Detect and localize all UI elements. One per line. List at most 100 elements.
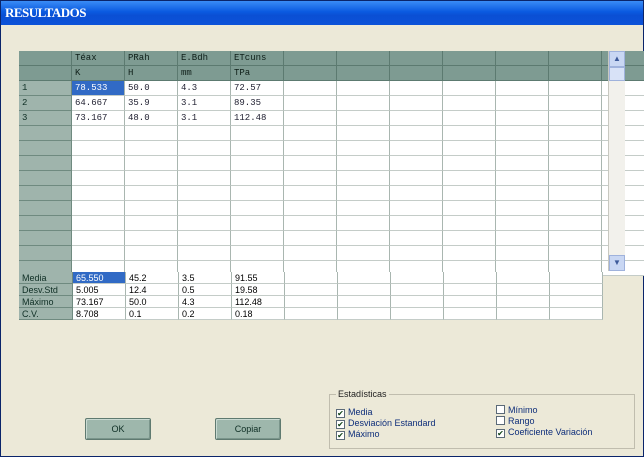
table-cell[interactable] (284, 171, 337, 186)
table-cell[interactable] (125, 156, 178, 171)
table-cell[interactable] (231, 156, 284, 171)
stats-cell[interactable] (391, 272, 444, 284)
table-cell[interactable] (443, 201, 496, 216)
table-cell[interactable] (337, 171, 390, 186)
row-header[interactable]: 3 (19, 111, 72, 126)
stats-cell[interactable]: 112.48 (232, 296, 285, 308)
stats-cell[interactable] (338, 296, 391, 308)
table-cell[interactable] (178, 201, 231, 216)
stat-checkbox[interactable]: ✔ Coeficiente Variación (496, 427, 592, 438)
table-cell[interactable]: 89.35 (231, 96, 284, 111)
table-cell[interactable] (72, 216, 125, 231)
table-cell[interactable] (549, 201, 602, 216)
table-cell[interactable] (390, 141, 443, 156)
stats-cell[interactable]: 0.1 (126, 308, 179, 320)
table-cell[interactable] (390, 246, 443, 261)
column-header-name[interactable]: PRah (125, 51, 178, 66)
column-header-unit[interactable] (390, 66, 443, 81)
table-cell[interactable] (549, 81, 602, 96)
column-header-unit[interactable] (337, 66, 390, 81)
stats-cell[interactable] (391, 308, 444, 320)
table-cell[interactable] (178, 141, 231, 156)
table-cell[interactable] (549, 96, 602, 111)
row-header[interactable] (19, 231, 72, 246)
stats-cell[interactable] (550, 272, 603, 284)
stats-cell[interactable] (497, 284, 550, 296)
table-cell[interactable] (337, 201, 390, 216)
row-header[interactable] (19, 156, 72, 171)
table-cell[interactable] (496, 231, 549, 246)
table-cell[interactable] (178, 186, 231, 201)
table-cell[interactable] (496, 156, 549, 171)
table-cell[interactable] (72, 141, 125, 156)
column-header-name[interactable]: Téax (72, 51, 125, 66)
table-cell[interactable] (284, 141, 337, 156)
table-cell[interactable] (231, 171, 284, 186)
table-cell[interactable] (496, 141, 549, 156)
table-cell[interactable] (178, 156, 231, 171)
column-header-name[interactable] (549, 51, 602, 66)
table-cell[interactable] (337, 141, 390, 156)
table-cell[interactable] (496, 111, 549, 126)
stats-cell[interactable]: 8.708 (73, 308, 126, 320)
table-cell[interactable] (443, 141, 496, 156)
table-cell[interactable] (284, 111, 337, 126)
table-cell[interactable] (337, 216, 390, 231)
table-cell[interactable] (284, 201, 337, 216)
table-cell[interactable] (284, 126, 337, 141)
table-cell[interactable] (72, 126, 125, 141)
table-cell[interactable] (549, 171, 602, 186)
table-cell[interactable]: 3.1 (178, 111, 231, 126)
table-cell[interactable] (390, 156, 443, 171)
column-header-unit[interactable]: mm (178, 66, 231, 81)
stats-cell[interactable] (444, 272, 497, 284)
stats-cell[interactable]: 91.55 (232, 272, 285, 284)
table-cell[interactable] (72, 231, 125, 246)
table-cell[interactable]: 50.0 (125, 81, 178, 96)
table-vertical-scrollbar[interactable]: ▲ ▼ (608, 51, 625, 271)
stats-cell[interactable]: 4.3 (179, 296, 232, 308)
row-header[interactable] (19, 216, 72, 231)
table-cell[interactable] (549, 186, 602, 201)
table-cell[interactable] (231, 246, 284, 261)
stats-cell[interactable]: 19.58 (232, 284, 285, 296)
table-cell[interactable] (337, 186, 390, 201)
table-cell[interactable] (549, 126, 602, 141)
table-cell[interactable]: 78.533 (72, 81, 125, 96)
table-cell[interactable] (178, 246, 231, 261)
stats-cell[interactable]: 50.0 (126, 296, 179, 308)
table-cell[interactable] (390, 111, 443, 126)
stats-cell[interactable] (497, 272, 550, 284)
table-cell[interactable] (231, 126, 284, 141)
table-cell[interactable] (231, 141, 284, 156)
scroll-down-arrow-icon[interactable]: ▼ (609, 255, 625, 271)
row-header[interactable] (19, 126, 72, 141)
column-header-name[interactable] (337, 51, 390, 66)
table-cell[interactable] (443, 156, 496, 171)
stats-cell[interactable] (444, 296, 497, 308)
table-cell[interactable] (390, 126, 443, 141)
column-header-name[interactable] (443, 51, 496, 66)
stats-cell[interactable]: 5.005 (73, 284, 126, 296)
table-cell[interactable] (443, 96, 496, 111)
table-cell[interactable] (390, 96, 443, 111)
stat-checkbox[interactable]: ✔ Máximo (336, 429, 380, 440)
column-header-name[interactable] (496, 51, 549, 66)
table-cell[interactable] (337, 231, 390, 246)
stats-cell[interactable] (285, 308, 338, 320)
table-cell[interactable] (443, 81, 496, 96)
row-header[interactable]: 1 (19, 81, 72, 96)
table-cell[interactable] (125, 216, 178, 231)
scroll-up-arrow-icon[interactable]: ▲ (609, 51, 625, 67)
stats-cell[interactable] (338, 284, 391, 296)
table-cell[interactable] (549, 216, 602, 231)
column-header-unit[interactable] (496, 66, 549, 81)
checkbox-empty-icon[interactable] (496, 405, 505, 414)
table-cell[interactable] (72, 156, 125, 171)
table-cell[interactable] (337, 156, 390, 171)
table-cell[interactable] (549, 156, 602, 171)
table-cell[interactable] (443, 126, 496, 141)
table-cell[interactable] (125, 126, 178, 141)
stats-cell[interactable] (391, 296, 444, 308)
table-cell[interactable] (443, 246, 496, 261)
